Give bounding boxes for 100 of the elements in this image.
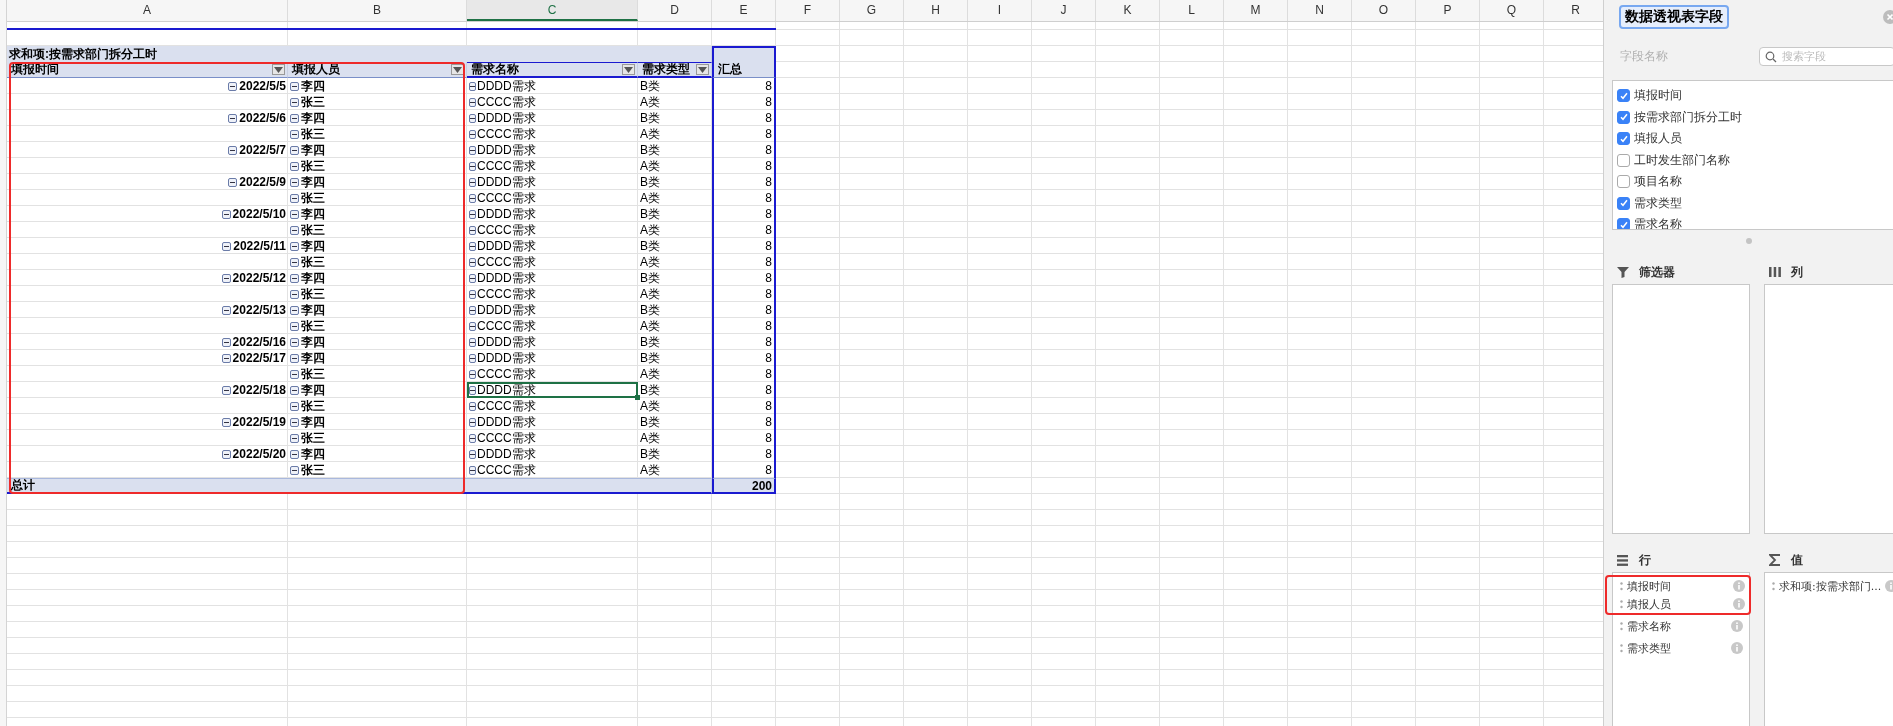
table-cell: DDDD需求 bbox=[477, 237, 536, 255]
table-cell: 张三 bbox=[301, 157, 325, 175]
table-cell: DDDD需求 bbox=[477, 141, 536, 159]
column-heading: 需求类型 bbox=[642, 61, 690, 78]
table-cell: DDDD需求 bbox=[477, 333, 536, 351]
table-cell-text: B类 bbox=[639, 382, 661, 398]
table-cell: 2022/5/18 bbox=[232, 383, 286, 397]
table-cell: DDDD需求 bbox=[477, 269, 536, 287]
field-name[interactable]: 按需求部门拆分工时 bbox=[1634, 108, 1742, 126]
table-cell-text: B类 bbox=[639, 414, 661, 430]
table-cell-text: B类 bbox=[639, 270, 661, 286]
column-header[interactable]: C bbox=[467, 0, 638, 21]
table-cell: 李四 bbox=[301, 205, 325, 223]
field-chip[interactable]: 填报时间 bbox=[1627, 578, 1729, 594]
table-cell-text: A类 bbox=[639, 430, 661, 446]
field-name[interactable]: 项目名称 bbox=[1634, 173, 1682, 191]
search-field[interactable]: 搜索字段 bbox=[1759, 47, 1893, 66]
table-cell: CCCC需求 bbox=[477, 365, 536, 383]
table-cell: DDDD需求 bbox=[477, 349, 536, 367]
table-cell-text: A类 bbox=[639, 158, 661, 174]
column-header[interactable]: I bbox=[968, 0, 1032, 21]
table-cell: 8 bbox=[712, 350, 776, 366]
table-cell: DDDD需求 bbox=[477, 413, 536, 431]
column-header[interactable]: F bbox=[776, 0, 840, 21]
column-header[interactable]: E bbox=[712, 0, 776, 21]
column-header[interactable]: M bbox=[1224, 0, 1288, 21]
column-header[interactable]: N bbox=[1288, 0, 1352, 21]
table-cell: 2022/5/12 bbox=[232, 271, 286, 285]
column-header[interactable]: L bbox=[1160, 0, 1224, 21]
pivot-title: 求和项:按需求部门拆分工时 bbox=[7, 46, 712, 62]
column-header[interactable]: J bbox=[1032, 0, 1096, 21]
field-chip[interactable]: 需求类型 bbox=[1627, 640, 1727, 656]
table-cell: CCCC需求 bbox=[477, 285, 536, 303]
table-cell: 李四 bbox=[301, 349, 325, 367]
table-cell: 8 bbox=[712, 398, 776, 414]
table-cell: 8 bbox=[712, 254, 776, 270]
field-name[interactable]: 填报时间 bbox=[1634, 87, 1682, 105]
table-cell-text: B类 bbox=[639, 302, 661, 318]
column-header[interactable]: H bbox=[904, 0, 968, 21]
column-header[interactable]: Q bbox=[1480, 0, 1544, 21]
field-chip[interactable]: 填报人员 bbox=[1627, 596, 1729, 612]
column-header[interactable]: P bbox=[1416, 0, 1480, 21]
table-cell: CCCC需求 bbox=[477, 397, 536, 415]
table-cell: 李四 bbox=[301, 141, 325, 159]
table-cell: 张三 bbox=[301, 365, 325, 383]
table-cell-text: B类 bbox=[639, 110, 661, 126]
total-value: 200 bbox=[712, 478, 776, 494]
table-cell: DDDD需求 bbox=[477, 173, 536, 191]
drop-area[interactable]: 求和项:按需求部门... bbox=[1764, 572, 1893, 726]
area-label: 筛选器 bbox=[1639, 263, 1675, 281]
column-heading: 需求名称 bbox=[471, 61, 519, 78]
field-chip[interactable]: 需求名称 bbox=[1627, 618, 1727, 634]
table-cell: 8 bbox=[712, 238, 776, 254]
column-header[interactable]: G bbox=[840, 0, 904, 21]
table-cell-text: B类 bbox=[639, 78, 661, 94]
table-cell: CCCC需求 bbox=[477, 253, 536, 271]
column-header[interactable]: K bbox=[1096, 0, 1160, 21]
column-heading: 汇总 bbox=[718, 61, 742, 78]
table-cell-text: B类 bbox=[639, 238, 661, 254]
table-cell: 张三 bbox=[301, 285, 325, 303]
field-name[interactable]: 工时发生部门名称 bbox=[1634, 151, 1730, 169]
table-cell: 8 bbox=[712, 222, 776, 238]
field-name[interactable]: 填报人员 bbox=[1634, 130, 1682, 148]
table-cell: CCCC需求 bbox=[477, 221, 536, 239]
table-cell: 8 bbox=[712, 158, 776, 174]
field-chip[interactable]: 求和项:按需求部门... bbox=[1779, 578, 1882, 594]
column-header[interactable]: O bbox=[1352, 0, 1416, 21]
table-cell: 8 bbox=[712, 366, 776, 382]
table-cell: CCCC需求 bbox=[477, 461, 536, 479]
table-cell-text: B类 bbox=[639, 334, 661, 350]
table-cell: 8 bbox=[712, 430, 776, 446]
panel-title: 数据透视表字段 bbox=[1619, 5, 1729, 29]
table-cell: 张三 bbox=[301, 461, 325, 479]
table-cell: 2022/5/6 bbox=[239, 111, 286, 125]
table-cell-text: B类 bbox=[639, 142, 661, 158]
table-cell: CCCC需求 bbox=[477, 317, 536, 335]
column-header[interactable]: D bbox=[638, 0, 712, 21]
table-cell: 8 bbox=[712, 318, 776, 334]
table-cell: 8 bbox=[712, 302, 776, 318]
table-cell: 8 bbox=[712, 94, 776, 110]
area-label: 值 bbox=[1791, 551, 1803, 569]
table-cell: CCCC需求 bbox=[477, 93, 536, 111]
table-cell: DDDD需求 bbox=[477, 77, 536, 95]
table-cell: DDDD需求 bbox=[477, 205, 536, 223]
area-label: 行 bbox=[1639, 551, 1651, 569]
table-cell-text: B类 bbox=[639, 446, 661, 462]
table-cell-text: A类 bbox=[639, 366, 661, 382]
table-cell: 2022/5/16 bbox=[232, 335, 286, 349]
table-cell: 8 bbox=[712, 126, 776, 142]
table-cell: 8 bbox=[712, 334, 776, 350]
table-cell: 李四 bbox=[301, 413, 325, 431]
table-cell: 李四 bbox=[301, 77, 325, 95]
table-cell: 张三 bbox=[301, 429, 325, 447]
table-cell: 8 bbox=[712, 174, 776, 190]
column-header[interactable]: A bbox=[7, 0, 288, 21]
field-name[interactable]: 需求类型 bbox=[1634, 194, 1682, 212]
table-cell-text: A类 bbox=[639, 318, 661, 334]
table-cell: 张三 bbox=[301, 397, 325, 415]
column-heading: 填报时间 bbox=[11, 61, 59, 78]
table-cell: 2022/5/19 bbox=[232, 415, 286, 429]
